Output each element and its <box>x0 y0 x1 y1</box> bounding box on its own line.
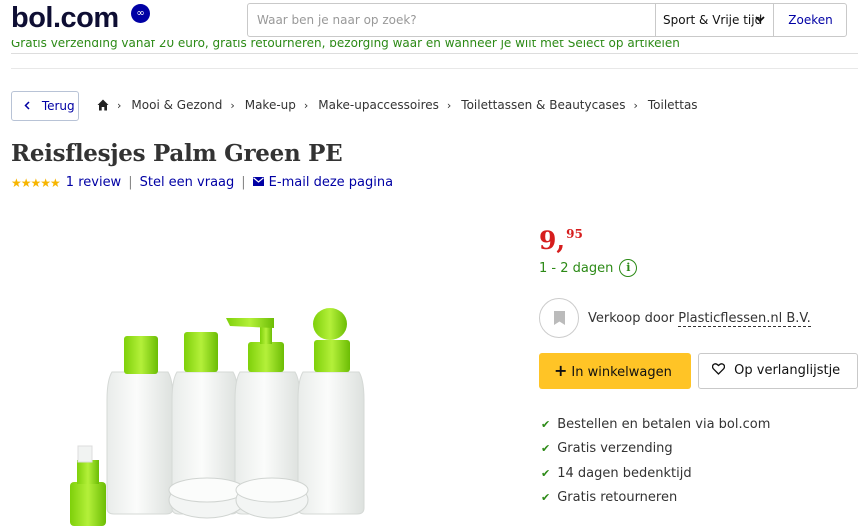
breadcrumb-item[interactable]: Make-up <box>245 98 296 112</box>
seller-avatar <box>539 298 579 338</box>
breadcrumb-item[interactable]: Toilettas <box>648 98 698 112</box>
usp-text: Bestellen en betalen via bol.com <box>557 416 771 432</box>
envelope-icon <box>252 175 264 190</box>
price-integer: 9, <box>539 226 566 255</box>
separator: | <box>241 175 246 190</box>
chevron-left-icon <box>24 99 34 113</box>
promo-text: Gratis verzending vanaf 20 euro, gratis … <box>11 40 680 50</box>
price-fraction: 95 <box>566 227 583 241</box>
chevron-right-icon: › <box>303 98 309 112</box>
delivery-text: 1 - 2 dagen <box>539 260 614 276</box>
info-icon[interactable]: i <box>619 259 638 277</box>
wishlist-button[interactable]: Op verlanglijstje <box>698 353 858 389</box>
back-button[interactable]: Terug <box>11 91 79 121</box>
check-icon: ✔ <box>541 442 551 456</box>
plus-icon: + <box>554 361 568 380</box>
usp-list: ✔ Bestellen en betalen via bol.com ✔ Grati… <box>541 412 770 510</box>
add-to-cart-label: In winkelwagen <box>571 365 672 380</box>
seller-link[interactable]: Plasticflessen.nl B.V. <box>678 310 811 327</box>
site-header: bol.com ∞ Sport & Vrije tijd Zoeken <box>0 0 858 40</box>
breadcrumb-item[interactable]: Mooi & Gezond <box>131 98 222 112</box>
category-select[interactable]: Sport & Vrije tijd <box>655 4 773 36</box>
reviews-link[interactable]: 1 review <box>66 175 121 190</box>
search-button[interactable]: Zoeken <box>773 4 847 36</box>
check-icon: ✔ <box>541 417 551 431</box>
add-to-cart-button[interactable]: + In winkelwagen <box>539 353 691 389</box>
list-item: ✔ Gratis verzending <box>541 437 770 462</box>
divider <box>11 68 858 69</box>
usp-text: 14 dagen bedenktijd <box>557 465 692 481</box>
product-title: Reisflesjes Palm Green PE <box>11 140 343 167</box>
promo-banner[interactable]: Gratis verzending vanaf 20 euro, gratis … <box>11 40 858 54</box>
delivery-time: 1 - 2 dagen i <box>539 259 638 277</box>
back-button-label: Terug <box>41 99 75 113</box>
list-item: ✔ Bestellen en betalen via bol.com <box>541 412 770 437</box>
usp-text: Gratis verzending <box>557 441 673 457</box>
search-bar: Sport & Vrije tijd Zoeken <box>247 3 847 37</box>
category-select-label: Sport & Vrije tijd <box>663 13 763 27</box>
rating-row: ★★★★★ 1 review | Stel een vraag | E-mail… <box>11 175 393 190</box>
chevron-right-icon: › <box>446 98 452 112</box>
seller-info: Verkoop door Plasticflessen.nl B.V. <box>539 298 811 338</box>
breadcrumb: › Mooi & Gezond › Make-up › Make-upacces… <box>97 98 698 112</box>
chevron-right-icon: › <box>230 98 235 112</box>
breadcrumb-item[interactable]: Make-upaccessoires <box>318 98 439 112</box>
chevron-right-icon: › <box>633 98 638 112</box>
search-input[interactable] <box>248 4 655 36</box>
select-badge-icon: ∞ <box>131 4 150 23</box>
check-icon: ✔ <box>541 491 551 505</box>
separator: | <box>128 175 133 190</box>
seller-text: Verkoop door Plasticflessen.nl B.V. <box>588 310 811 327</box>
list-item: ✔ 14 dagen bedenktijd <box>541 461 770 486</box>
star-rating[interactable]: ★★★★★ <box>11 176 61 190</box>
wishlist-label: Op verlanglijstje <box>734 363 841 378</box>
home-icon[interactable] <box>97 99 109 111</box>
product-image[interactable] <box>60 300 380 529</box>
ask-question-link[interactable]: Stel een vraag <box>140 175 235 190</box>
heart-icon <box>711 363 729 378</box>
check-icon: ✔ <box>541 466 551 480</box>
chevron-right-icon: › <box>117 98 122 112</box>
email-page-link[interactable]: E-mail deze pagina <box>269 175 393 190</box>
breadcrumb-item[interactable]: Toilettassen & Beautycases <box>461 98 625 112</box>
seller-prefix: Verkoop door <box>588 310 675 326</box>
bookmark-icon <box>554 311 565 325</box>
list-item: ✔ Gratis retourneren <box>541 486 770 511</box>
usp-text: Gratis retourneren <box>557 490 678 506</box>
chevron-down-icon <box>755 4 765 36</box>
bol-logo[interactable]: bol.com <box>11 2 119 35</box>
price: 9,95 <box>539 226 583 255</box>
